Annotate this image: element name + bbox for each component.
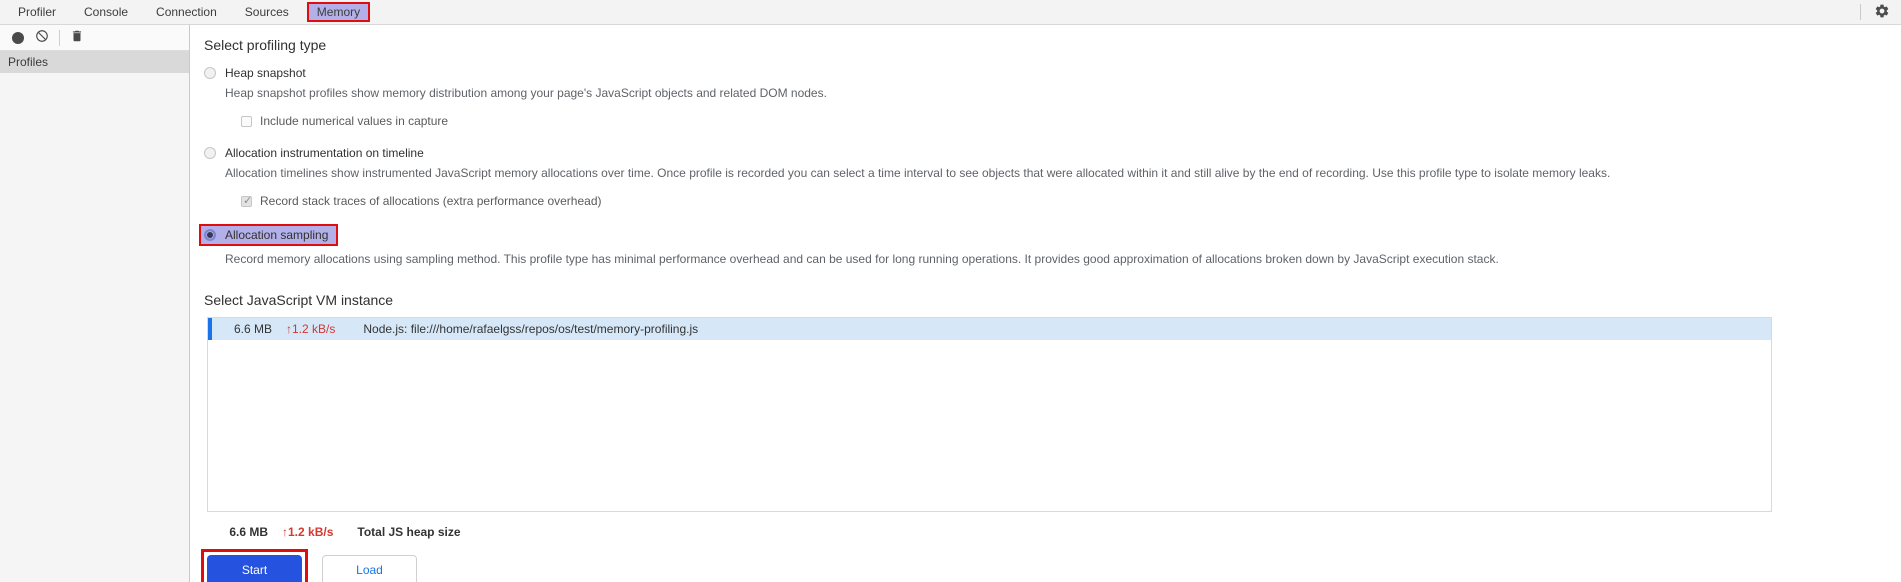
radio-selected-icon[interactable] (204, 229, 216, 241)
allocation-timeline-radio-row[interactable]: Allocation instrumentation on timeline (204, 146, 1901, 160)
total-heap-rate: ↑1.2 kB/s (282, 525, 334, 539)
start-button[interactable]: Start (207, 555, 302, 582)
heap-snapshot-description: Heap snapshot profiles show memory distr… (225, 86, 827, 100)
profiles-section-header[interactable]: Profiles (0, 51, 189, 73)
allocation-sampling-radio-row[interactable]: Allocation sampling (199, 224, 339, 246)
top-tab-bar: Profiler Console Connection Sources Memo… (0, 0, 1901, 25)
vm-instance-heading: Select JavaScript VM instance (204, 292, 394, 308)
vm-instance-name: Node.js: file:///home/rafaelgss/repos/os… (363, 322, 699, 336)
trash-icon (70, 29, 84, 46)
profiles-list-empty (0, 73, 189, 582)
radio-icon[interactable] (204, 147, 216, 159)
total-heap-label: Total JS heap size (357, 525, 461, 539)
action-buttons: Start Load (201, 549, 1901, 582)
total-heap-row: 6.6 MB ↑1.2 kB/s Total JS heap size (226, 525, 1901, 539)
profiling-type-heading: Select profiling type (204, 37, 327, 53)
checkbox-checked-icon[interactable] (241, 194, 252, 207)
start-button-annotation: Start (201, 549, 308, 582)
allocation-sampling-description: Record memory allocations using sampling… (225, 252, 1499, 266)
left-panel: Profiles (0, 25, 190, 582)
include-numerical-values-checkbox-row[interactable]: Include numerical values in capture (241, 114, 1901, 128)
delete-profile-button[interactable] (65, 27, 89, 49)
option-allocation-timeline: Allocation instrumentation on timeline A… (204, 146, 1901, 208)
heap-snapshot-radio-row[interactable]: Heap snapshot (204, 66, 1901, 80)
tab-profiler[interactable]: Profiler (8, 2, 66, 22)
block-icon (35, 29, 49, 46)
tabbar-separator (1860, 4, 1861, 20)
record-icon (12, 31, 24, 44)
allocation-timeline-label: Allocation instrumentation on timeline (225, 146, 424, 160)
total-heap-size: 6.6 MB (229, 525, 268, 539)
settings-button[interactable] (1871, 1, 1893, 23)
load-button[interactable]: Load (322, 555, 417, 582)
tab-connection[interactable]: Connection (146, 2, 227, 22)
profiler-toolbar (0, 25, 189, 51)
clear-button[interactable] (30, 27, 54, 49)
toolbar-separator (59, 29, 60, 46)
record-stack-traces-label: Record stack traces of allocations (extr… (260, 194, 602, 208)
record-button[interactable] (6, 27, 30, 49)
record-stack-traces-checkbox-row[interactable]: Record stack traces of allocations (extr… (241, 194, 1901, 208)
tab-console[interactable]: Console (74, 2, 138, 22)
vm-heap-rate: ↑1.2 kB/s (286, 322, 336, 336)
heap-snapshot-label: Heap snapshot (225, 66, 306, 80)
allocation-timeline-description: Allocation timelines show instrumented J… (225, 166, 1611, 180)
checkbox-icon[interactable] (241, 115, 252, 127)
tab-memory[interactable]: Memory (306, 2, 371, 22)
option-heap-snapshot: Heap snapshot Heap snapshot profiles sho… (204, 66, 1901, 128)
include-numerical-values-label: Include numerical values in capture (260, 114, 449, 128)
vm-instance-list: 6.6 MB ↑1.2 kB/s Node.js: file:///home/r… (207, 317, 1772, 512)
memory-panel: Select profiling type Heap snapshot Heap… (190, 25, 1901, 582)
vm-heap-size: 6.6 MB (233, 322, 272, 336)
vm-instance-row[interactable]: 6.6 MB ↑1.2 kB/s Node.js: file:///home/r… (208, 318, 1771, 340)
allocation-sampling-label: Allocation sampling (225, 228, 329, 242)
profiles-header-label: Profiles (8, 55, 49, 69)
radio-icon[interactable] (204, 67, 216, 79)
option-allocation-sampling: Allocation sampling Record memory alloca… (199, 224, 1901, 266)
tab-sources[interactable]: Sources (235, 2, 299, 22)
gear-icon (1874, 3, 1890, 22)
